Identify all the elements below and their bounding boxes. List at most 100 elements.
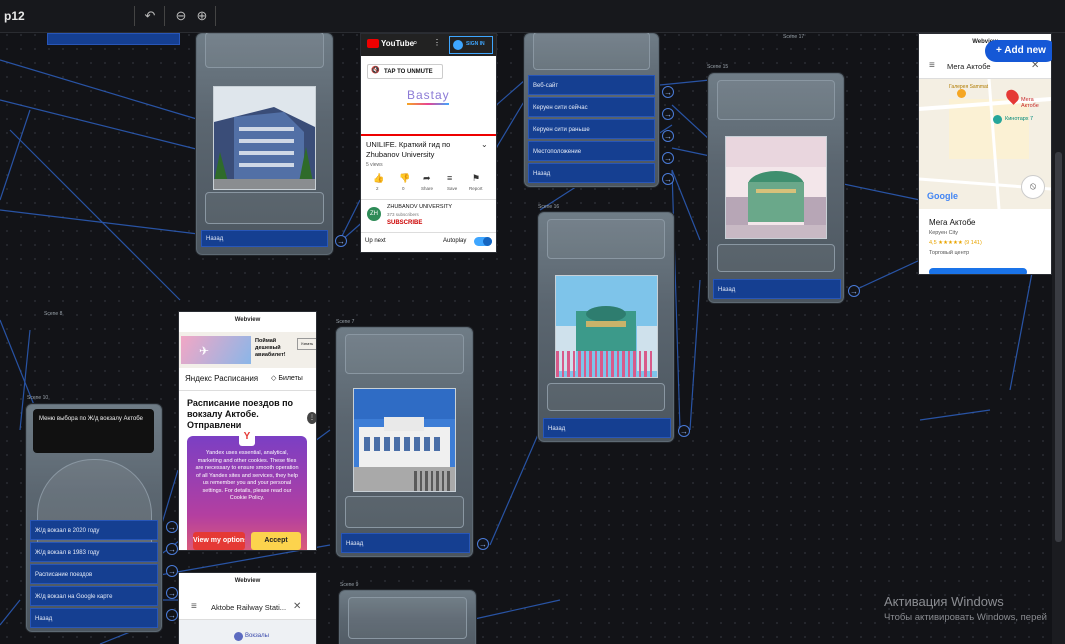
map-search-input[interactable]: Мега Актобе	[947, 62, 991, 71]
link-arrow-icon[interactable]: →	[662, 108, 674, 120]
back-button[interactable]: Назад	[201, 230, 328, 247]
back-button[interactable]: Назад	[30, 608, 158, 628]
menu-icon[interactable]: ≡	[191, 601, 197, 612]
brand-underline	[407, 103, 449, 105]
scene-card-keruen[interactable]: Веб-сайт Керуен сити сейчас Керуен сити …	[524, 32, 659, 187]
share-icon[interactable]: ➦	[423, 173, 431, 184]
report-icon[interactable]: ⚑	[472, 173, 480, 184]
thumbs-down-icon[interactable]: 👎	[399, 173, 410, 184]
link-arrow-icon[interactable]: →	[662, 173, 674, 185]
scene-text-box: Меню выбора по Ж/д вокзалу Актобе	[33, 409, 154, 453]
webview-yandex-rasp[interactable]: Webview ✈ Поймай дешевый авиабилет! Узна…	[178, 311, 317, 551]
back-button[interactable]: Назад	[713, 279, 841, 299]
station-google-map-button[interactable]: Ж/д вокзал на Google карте	[30, 586, 158, 606]
link-arrow-icon[interactable]: →	[335, 235, 347, 247]
link-arrow-icon[interactable]: →	[166, 521, 178, 533]
station-1983-button[interactable]: Ж/д вокзал в 1983 году	[30, 542, 158, 562]
link-arrow-icon[interactable]: →	[662, 130, 674, 142]
link-arrow-icon[interactable]: →	[848, 285, 860, 297]
place-rating: 4,5 ★★★★★ (9 141)	[929, 240, 982, 246]
keruen-before-button[interactable]: Керуен сити раньше	[528, 119, 655, 139]
more-icon[interactable]: ⋮	[433, 38, 441, 47]
share-label: Share	[421, 186, 434, 191]
back-button[interactable]: Назад	[528, 163, 655, 183]
scene-card-16[interactable]: Назад	[538, 212, 674, 442]
search-icon[interactable]: ⌕	[413, 38, 417, 48]
close-icon[interactable]: ✕	[293, 601, 301, 612]
scene-label: Scene 10	[27, 395, 49, 401]
link-arrow-icon[interactable]: →	[662, 86, 674, 98]
back-button[interactable]: Назад	[543, 418, 671, 438]
add-new-button[interactable]: + Add new	[985, 40, 1057, 62]
scene-card-15[interactable]: Назад	[708, 73, 844, 303]
scene-label: Scene 9	[340, 582, 359, 588]
ad-banner[interactable]: ✈ Поймай дешевый авиабилет! Узнать	[179, 332, 316, 368]
scene-text: Меню выбора по Ж/д вокзалу Актобе	[39, 416, 143, 422]
webview-map-mega[interactable]: Webview ≡ Мега Актобе ✕ Галерея Sammat М…	[918, 33, 1052, 275]
ad-button[interactable]: Узнать	[297, 338, 316, 350]
save-icon[interactable]: ≡	[447, 173, 452, 183]
youtube-header: YouTube ⌕ ⋮ SIGN IN	[361, 34, 496, 56]
scrollbar-thumb[interactable]	[1055, 152, 1062, 542]
scene-card-7[interactable]: Назад	[336, 327, 473, 557]
undo-icon[interactable]: ↶	[141, 8, 159, 24]
scene-frame-bottom	[345, 496, 464, 528]
link-arrow-icon[interactable]: →	[166, 587, 178, 599]
link-arrow-icon[interactable]: →	[662, 152, 674, 164]
station-2020-button[interactable]: Ж/д вокзал в 2020 году	[30, 520, 158, 540]
station-marker-icon[interactable]	[234, 632, 243, 641]
back-button[interactable]: Назад	[341, 533, 470, 553]
website-button[interactable]: Веб-сайт	[528, 75, 655, 95]
cinema-marker-icon[interactable]	[993, 115, 1002, 124]
autoplay-toggle[interactable]	[474, 237, 492, 246]
sign-in-button[interactable]: SIGN IN	[449, 36, 493, 54]
train-schedule-button[interactable]: Расписание поездов	[30, 564, 158, 584]
subscribe-button[interactable]: SUBSCRIBE	[387, 220, 422, 226]
poi-label: Галерея Sammat	[949, 84, 989, 90]
video-views: 5 views	[366, 162, 383, 168]
tickets-link[interactable]: ◇ Билеты	[271, 374, 303, 382]
cinema-label: Кинотарх 7	[1005, 116, 1034, 122]
more-icon[interactable]: ⋮	[307, 412, 316, 424]
vertical-scrollbar[interactable]	[1052, 32, 1065, 644]
scene-frame-bottom	[205, 192, 324, 224]
channel-avatar[interactable]: ZH	[367, 207, 381, 221]
map-area[interactable]: Галерея Sammat Мега Актобе Кинотарх 7 Go…	[919, 79, 1051, 209]
link-arrow-icon[interactable]: →	[477, 538, 489, 550]
map-search-bar[interactable]: ≡ Aktobe Railway Stati... ✕	[179, 597, 316, 620]
location-off-icon[interactable]: ⦸	[1021, 175, 1045, 199]
zoom-out-icon[interactable]: ⊖	[172, 8, 190, 24]
menu-icon[interactable]: ≡	[929, 60, 935, 71]
link-arrow-icon[interactable]: →	[678, 425, 690, 437]
scene-card-zhubanov[interactable]: Назад	[196, 32, 333, 255]
zoom-in-icon[interactable]: ⊕	[193, 8, 211, 24]
link-arrow-icon[interactable]: →	[166, 565, 178, 577]
save-label: Save	[447, 186, 458, 191]
webview-youtube[interactable]: YouTube ⌕ ⋮ SIGN IN TAP TO UNMUTE 🔇 Bast…	[360, 33, 497, 253]
link-arrow-icon[interactable]: →	[166, 609, 178, 621]
chevron-down-icon[interactable]: ⌄	[481, 140, 488, 149]
directions-button[interactable]	[929, 268, 1027, 274]
scene-card-9[interactable]	[339, 590, 476, 644]
location-button[interactable]: Местоположение	[528, 141, 655, 161]
video-player[interactable]: TAP TO UNMUTE 🔇 Bastay	[361, 56, 496, 134]
thumbs-up-icon[interactable]: 👍	[373, 173, 384, 184]
accept-button[interactable]: Accept	[251, 532, 301, 550]
video-brand-logo: Bastay	[407, 88, 450, 102]
action-row: 👍 👎 ➦ ≡ ⚑ 2 0 Share Save Report	[361, 172, 496, 196]
edge	[469, 599, 561, 621]
keruen-now-button[interactable]: Керуен сити сейчас	[528, 97, 655, 117]
cookie-dialog[interactable]: Y Yandex uses essential, analytical, mar…	[187, 428, 307, 550]
scene-card-10[interactable]: Меню выбора по Ж/д вокзалу Актобе Ж/д во…	[26, 404, 162, 632]
webview-map-railway[interactable]: Webview ≡ Aktobe Railway Stati... ✕ Вокз…	[178, 572, 317, 644]
poi-marker-icon[interactable]	[957, 89, 966, 98]
channel-name[interactable]: ZHUBANOV UNIVERSITY	[387, 204, 452, 210]
map-area[interactable]: Вокзалы	[179, 620, 316, 644]
view-options-button[interactable]: View my options	[193, 532, 245, 550]
divider	[361, 199, 496, 200]
scene-canvas[interactable]: Назад → YouTube ⌕ ⋮ SIGN IN TAP TO UNMUT…	[0, 0, 1065, 644]
map-search-input[interactable]: Aktobe Railway Stati...	[211, 603, 286, 612]
link-arrow-icon[interactable]: →	[166, 543, 178, 555]
scene-label: Scene 16	[538, 204, 560, 210]
page-title: Расписание поездов по вокзалу Актобе. От…	[187, 398, 294, 430]
